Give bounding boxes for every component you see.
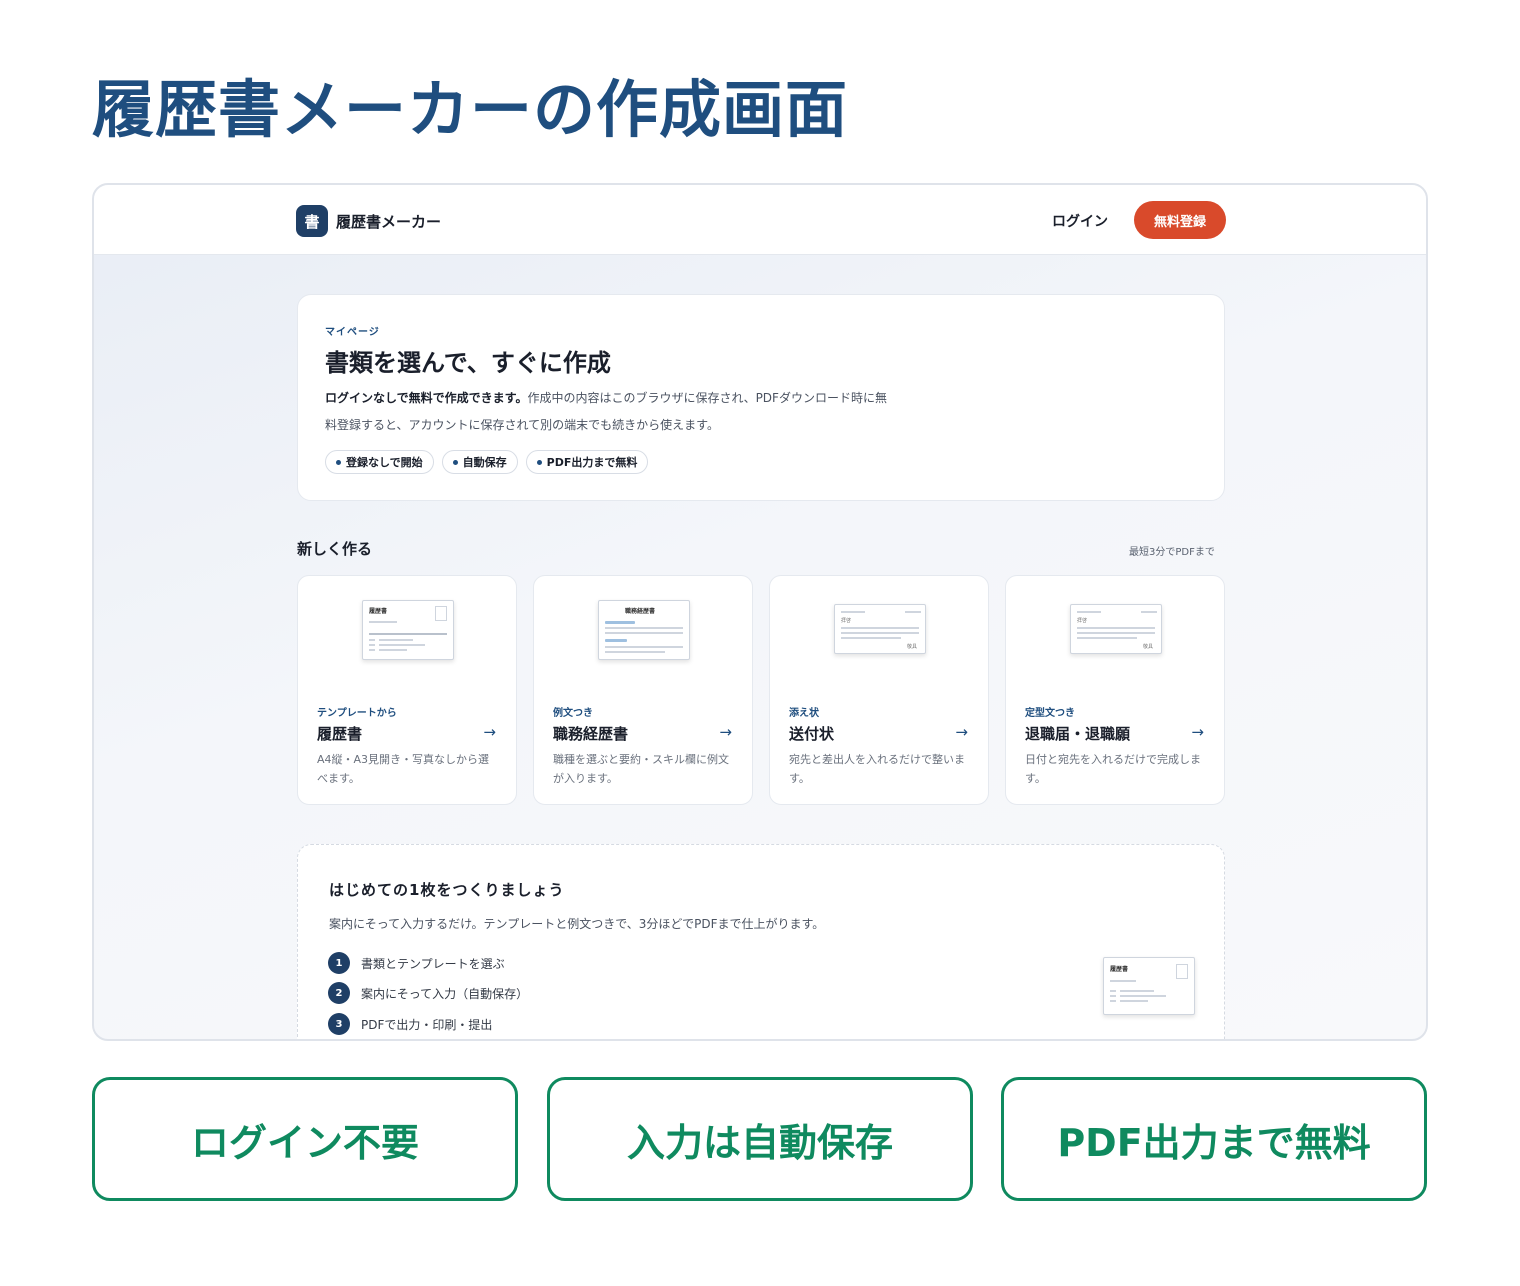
- signup-button[interactable]: 無料登録: [1134, 201, 1226, 239]
- step-label: PDFで出力・印刷・提出: [361, 1017, 493, 1032]
- card-eyebrow: 添え状: [789, 708, 819, 719]
- step-number: 3: [328, 1013, 350, 1035]
- arrow-right-icon: →: [955, 723, 968, 741]
- hero-description: ログインなしで無料で作成できます。作成中の内容はこのブラウザに保存され、PDFダ…: [325, 385, 895, 439]
- hero-desc-bold: ログインなしで無料で作成できます。: [325, 391, 528, 405]
- thumb-sign: 敬具: [1143, 644, 1154, 650]
- card-career-history[interactable]: 職務経歴書 例文つき 職務経歴書 → 職種を選ぶと要約・スキル欄に例文が入ります…: [533, 575, 753, 805]
- chip-no-signup: 登録なしで開始: [325, 450, 434, 474]
- step-number: 2: [328, 982, 350, 1004]
- hero-title: 書類を選んで、すぐに作成: [325, 349, 611, 377]
- arrow-right-icon: →: [483, 723, 496, 741]
- guide-description: 案内にそって入力するだけ。テンプレートと例文つきで、3分ほどでPDFまで仕上がり…: [329, 917, 825, 931]
- thumb-title: 拝啓: [1077, 618, 1088, 624]
- resume-thumbnail-icon: 履歴書: [362, 600, 454, 660]
- section-title-new: 新しく作る: [297, 540, 373, 558]
- app-screenshot-frame: 書 履歴書メーカー ログイン 無料登録 マイページ 書類を選んで、すぐに作成 ロ…: [92, 183, 1428, 1041]
- chip-label: 登録なしで開始: [346, 456, 423, 469]
- feature-free-pdf: PDF出力まで無料: [1001, 1077, 1427, 1201]
- dot-icon: [536, 459, 542, 465]
- card-title: 職務経歴書: [553, 725, 629, 743]
- resignation-thumbnail-icon: 拝啓 敬具: [1070, 604, 1162, 654]
- login-link[interactable]: ログイン: [1052, 211, 1108, 231]
- feature-autosave: 入力は自動保存: [547, 1077, 973, 1201]
- card-eyebrow: 例文つき: [553, 708, 593, 719]
- arrow-right-icon: →: [1191, 723, 1204, 741]
- thumb-title: 履歴書: [1110, 966, 1129, 973]
- step-3: 3 PDFで出力・印刷・提出: [328, 1013, 492, 1035]
- step-1: 1 書類とテンプレートを選ぶ: [328, 952, 505, 974]
- thumb-title: 拝啓: [841, 618, 852, 624]
- thumb-sign: 敬具: [907, 644, 918, 650]
- step-label: 書類とテンプレートを選ぶ: [361, 956, 505, 971]
- dot-icon: [452, 459, 458, 465]
- letter-thumbnail-icon: 拝啓 敬具: [834, 604, 926, 654]
- card-title: 退職届・退職願: [1025, 725, 1131, 743]
- card-resignation[interactable]: 拝啓 敬具 定型文つき 退職届・退職願 → 日付と宛先を入れるだけで完成します。: [1005, 575, 1225, 805]
- card-description: A4縦・A3見開き・写真なしから選べます。: [317, 753, 490, 785]
- guide-title: はじめての1枚をつくりましょう: [329, 881, 565, 899]
- chip-label: PDF出力まで無料: [546, 456, 638, 469]
- dot-icon: [336, 459, 341, 465]
- card-eyebrow: 定型文つき: [1025, 708, 1075, 719]
- logo-icon[interactable]: 書: [296, 205, 328, 237]
- card-resume[interactable]: 履歴書 テンプレートから 履歴書 → A4縦・A3見開き・写真なしから選べます。: [297, 575, 517, 805]
- feature-chips: 登録なしで開始 自動保存 PDF出力まで無料: [325, 450, 649, 474]
- card-title: 履歴書: [317, 725, 363, 743]
- step-2: 2 案内にそって入力（自動保存）: [328, 982, 528, 1004]
- arrow-right-icon: →: [719, 723, 732, 741]
- thumb-title: 履歴書: [369, 608, 388, 615]
- step-label: 案内にそって入力（自動保存）: [361, 986, 529, 1001]
- step-number: 1: [328, 952, 350, 974]
- career-thumbnail-icon: 職務経歴書: [598, 600, 690, 660]
- hero-card: マイページ 書類を選んで、すぐに作成 ログインなしで無料で作成できます。作成中の…: [297, 294, 1225, 501]
- chip-free-pdf: PDF出力まで無料: [525, 450, 649, 474]
- card-title: 送付状: [789, 725, 835, 743]
- section-note: 最短3分でPDFまで: [1129, 547, 1215, 558]
- feature-no-login: ログイン不要: [92, 1077, 518, 1201]
- thumb-title: 職務経歴書: [625, 608, 656, 615]
- resume-thumbnail-icon: 履歴書: [1103, 957, 1195, 1015]
- card-description: 職種を選ぶと要約・スキル欄に例文が入ります。: [553, 753, 729, 785]
- app-header: 書 履歴書メーカー ログイン 無料登録: [94, 185, 1426, 255]
- chip-autosave: 自動保存: [441, 450, 518, 474]
- card-cover-letter[interactable]: 拝啓 敬具 添え状 送付状 → 宛先と差出人を入れるだけで整います。: [769, 575, 989, 805]
- hero-eyebrow: マイページ: [325, 327, 380, 338]
- card-description: 宛先と差出人を入れるだけで整います。: [789, 753, 965, 785]
- app-name[interactable]: 履歴書メーカー: [336, 211, 441, 232]
- card-description: 日付と宛先を入れるだけで完成します。: [1025, 753, 1201, 785]
- page-title: 履歴書メーカーの作成画面: [92, 73, 849, 146]
- first-document-guide: はじめての1枚をつくりましょう 案内にそって入力するだけ。テンプレートと例文つき…: [297, 844, 1225, 1039]
- card-eyebrow: テンプレートから: [317, 708, 397, 719]
- chip-label: 自動保存: [462, 456, 507, 469]
